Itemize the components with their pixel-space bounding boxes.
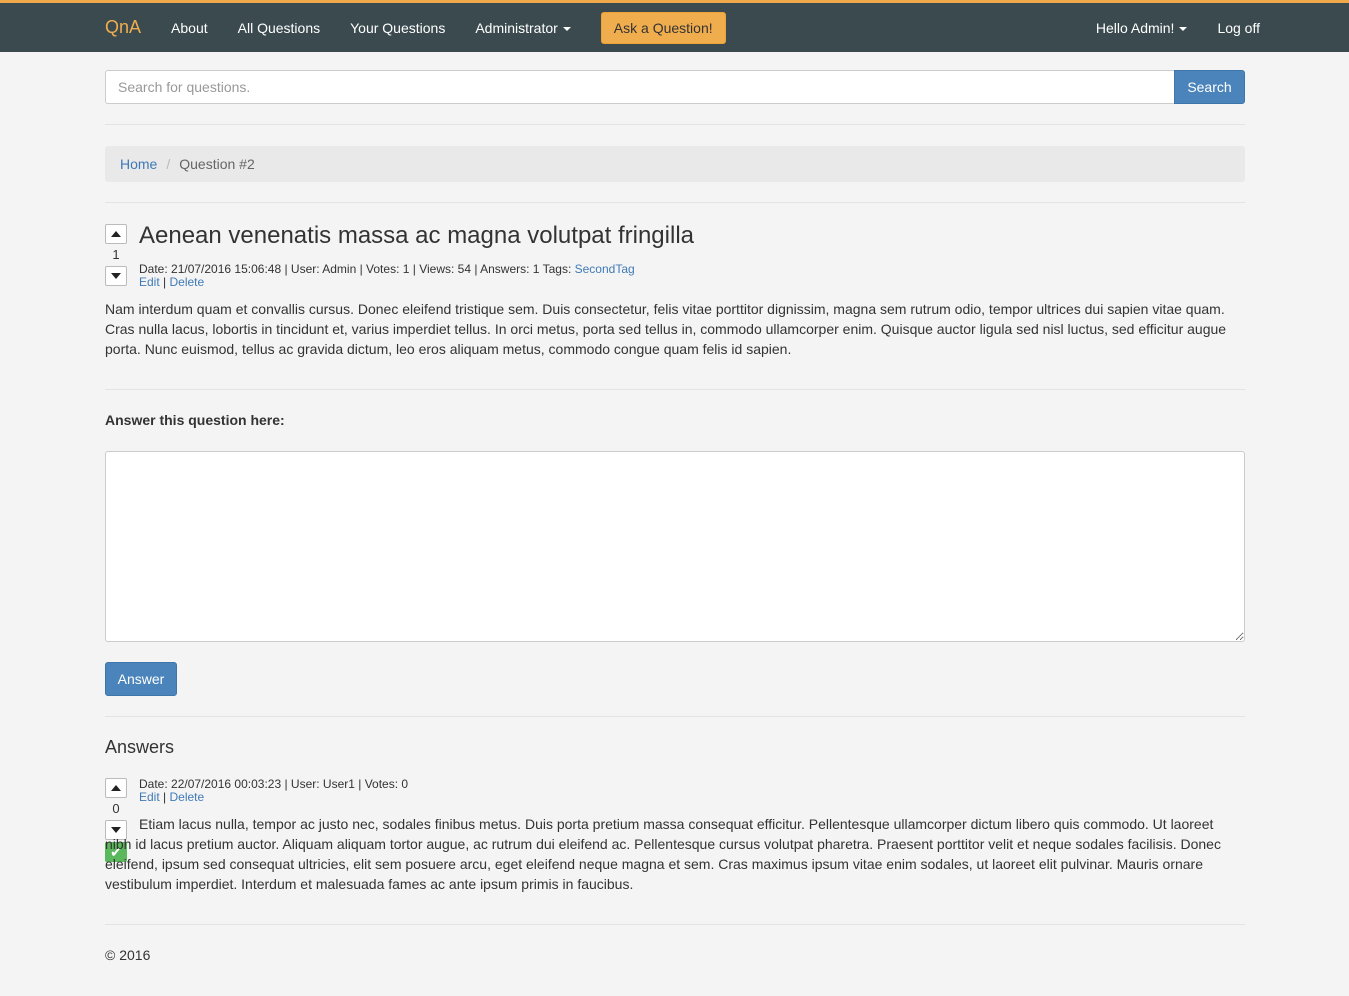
link-divider: | [163, 275, 167, 289]
caret-down-icon [1179, 26, 1188, 31]
search-input[interactable] [105, 70, 1174, 104]
footer-copyright: © 2016 [105, 947, 151, 963]
answer-meta-text: Date: 22/07/2016 00:03:23 | User: User1 … [139, 777, 409, 791]
logoff-link[interactable]: Log off [1217, 20, 1260, 36]
question-meta: Date: 21/07/2016 15:06:48 | User: Admin … [139, 263, 635, 289]
user-menu-dropdown[interactable]: Hello Admin! [1096, 20, 1188, 36]
divider [105, 716, 1245, 717]
answers-heading: Answers [105, 737, 175, 757]
answer-meta: Date: 22/07/2016 00:03:23 | User: User1 … [139, 778, 408, 804]
ask-question-button[interactable]: Ask a Question! [600, 11, 726, 44]
breadcrumb-separator: / [166, 156, 171, 172]
brand-link[interactable]: QnA [105, 17, 141, 38]
answer-submit-button[interactable]: Answer [105, 662, 177, 696]
arrow-up-icon [111, 785, 121, 791]
divider [105, 389, 1245, 390]
arrow-down-icon [111, 273, 121, 279]
upvote-button[interactable] [105, 778, 127, 798]
nav-about[interactable]: About [171, 20, 208, 36]
divider [105, 124, 1245, 125]
tag-link[interactable]: SecondTag [575, 262, 635, 276]
breadcrumb: Home / Question #2 [105, 146, 1245, 182]
caret-down-icon [562, 26, 571, 31]
nav-administrator-dropdown[interactable]: Administrator [475, 19, 571, 36]
answer-body: Etiam lacus nulla, tempor ac justo nec, … [105, 816, 1221, 892]
edit-link[interactable]: Edit [139, 275, 160, 289]
divider [105, 202, 1245, 203]
search-button[interactable]: Search [1174, 70, 1245, 104]
nav-all-questions[interactable]: All Questions [238, 20, 320, 36]
nav-your-questions[interactable]: Your Questions [350, 20, 445, 36]
navbar: QnA About All Questions Your Questions A… [0, 0, 1349, 52]
vote-count: 1 [112, 247, 120, 262]
delete-link[interactable]: Delete [170, 275, 205, 289]
question-body: Nam interdum quam et convallis cursus. D… [105, 301, 1227, 357]
downvote-button[interactable] [105, 266, 127, 286]
user-menu-label: Hello Admin! [1095, 19, 1175, 36]
question-vote-control: 1 [105, 224, 129, 286]
divider [105, 924, 1245, 925]
edit-link[interactable]: Edit [139, 790, 160, 804]
answer-textarea[interactable] [105, 451, 1245, 642]
question-title: Aenean venenatis massa ac magna volutpat… [139, 222, 694, 249]
nav-administrator-label: Administrator [475, 19, 558, 36]
breadcrumb-current: Question #2 [179, 156, 255, 172]
answer-form-label: Answer this question here: [105, 412, 285, 428]
upvote-button[interactable] [105, 224, 127, 244]
delete-link[interactable]: Delete [170, 790, 205, 804]
question-meta-text: Date: 21/07/2016 15:06:48 | User: Admin … [139, 262, 575, 276]
search-bar: Search [105, 70, 1245, 104]
arrow-up-icon [111, 231, 121, 237]
breadcrumb-home[interactable]: Home [120, 156, 157, 172]
link-divider: | [163, 790, 167, 804]
